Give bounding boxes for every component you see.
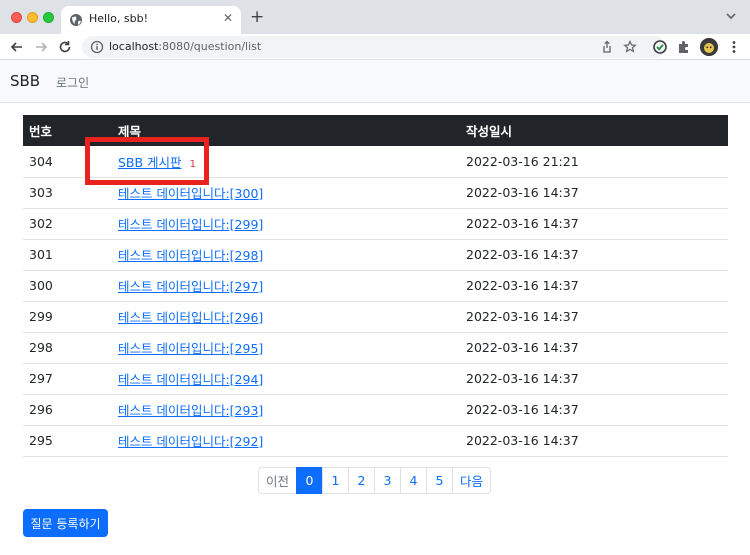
row-number: 304: [23, 146, 112, 178]
page-button[interactable]: 4: [400, 467, 427, 494]
table-header-row: 번호 제목 작성일시: [23, 115, 728, 146]
row-subject-cell: 테스트 데이터입니다:[297]: [112, 270, 460, 302]
row-created: 2022-03-16 14:37: [460, 239, 728, 271]
window-minimize-button[interactable]: [27, 12, 38, 23]
page-button[interactable]: 3: [374, 467, 401, 494]
back-arrow-icon[interactable]: [9, 39, 25, 55]
extension-check-icon[interactable]: [652, 39, 668, 55]
row-subject-cell: 테스트 데이터입니다:[298]: [112, 239, 460, 271]
more-options-icon[interactable]: [726, 39, 742, 55]
extensions-puzzle-icon[interactable]: [676, 39, 692, 55]
info-icon[interactable]: [90, 40, 104, 54]
row-number: 295: [23, 425, 112, 457]
pagination: 이전 0 1 2 3 4 5 다음: [258, 467, 491, 494]
table-row: 298 테스트 데이터입니다:[295] 2022-03-16 14:37: [23, 332, 728, 364]
row-number: 303: [23, 177, 112, 209]
question-link[interactable]: 테스트 데이터입니다:[293]: [118, 403, 263, 418]
row-created: 2022-03-16 14:37: [460, 270, 728, 302]
login-link[interactable]: 로그인: [56, 74, 89, 91]
new-tab-button[interactable]: +: [250, 7, 264, 27]
row-created: 2022-03-16 14:37: [460, 394, 728, 426]
window-close-button[interactable]: [11, 12, 22, 23]
row-created: 2022-03-16 14:37: [460, 208, 728, 240]
url-path: :8080/question/list: [158, 40, 262, 53]
question-link[interactable]: 테스트 데이터입니다:[292]: [118, 434, 263, 449]
forward-arrow-icon[interactable]: [33, 39, 49, 55]
question-link[interactable]: 테스트 데이터입니다:[294]: [118, 372, 263, 387]
table-row: 299 테스트 데이터입니다:[296] 2022-03-16 14:37: [23, 301, 728, 333]
row-subject-cell: 테스트 데이터입니다:[299]: [112, 208, 460, 240]
share-icon[interactable]: [600, 40, 614, 54]
row-subject-cell: SBB 게시판 1: [112, 146, 460, 178]
table-row: 300 테스트 데이터입니다:[297] 2022-03-16 14:37: [23, 270, 728, 302]
url-text[interactable]: localhost:8080/question/list: [109, 40, 261, 53]
table-row: 296 테스트 데이터입니다:[293] 2022-03-16 14:37: [23, 394, 728, 426]
answer-count: 1: [189, 158, 196, 170]
reload-icon[interactable]: [57, 39, 73, 55]
question-link[interactable]: 테스트 데이터입니다:[296]: [118, 310, 263, 325]
table-row: 302 테스트 데이터입니다:[299] 2022-03-16 14:37: [23, 208, 728, 240]
site-navbar: SBB 로그인: [0, 60, 750, 103]
tab-title: Hello, sbb!: [89, 12, 148, 25]
row-subject-cell: 테스트 데이터입니다:[293]: [112, 394, 460, 426]
row-subject-cell: 테스트 데이터입니다:[295]: [112, 332, 460, 364]
table-row: 301 테스트 데이터입니다:[298] 2022-03-16 14:37: [23, 239, 728, 271]
row-number: 299: [23, 301, 112, 333]
question-link[interactable]: 테스트 데이터입니다:[299]: [118, 217, 263, 232]
row-subject-cell: 테스트 데이터입니다:[300]: [112, 177, 460, 209]
row-number: 296: [23, 394, 112, 426]
brand-link[interactable]: SBB: [10, 72, 40, 90]
row-created: 2022-03-16 14:37: [460, 301, 728, 333]
page-prev-button[interactable]: 이전: [258, 467, 297, 494]
page-button[interactable]: 2: [348, 467, 375, 494]
bookmark-star-icon[interactable]: [623, 40, 637, 54]
row-number: 297: [23, 363, 112, 395]
page-button[interactable]: 5: [426, 467, 453, 494]
header-created: 작성일시: [460, 115, 728, 146]
question-link[interactable]: 테스트 데이터입니다:[295]: [118, 341, 263, 356]
row-number: 301: [23, 239, 112, 271]
table-row: 297 테스트 데이터입니다:[294] 2022-03-16 14:37: [23, 363, 728, 395]
page-next-button[interactable]: 다음: [452, 467, 491, 494]
row-number: 302: [23, 208, 112, 240]
browser-tab-bar: Hello, sbb! ✕ +: [0, 0, 750, 34]
row-subject-cell: 테스트 데이터입니다:[296]: [112, 301, 460, 333]
address-bar[interactable]: localhost:8080/question/list: [82, 36, 666, 58]
profile-avatar[interactable]: [700, 38, 718, 56]
row-created: 2022-03-16 14:37: [460, 332, 728, 364]
header-number: 번호: [23, 115, 112, 146]
ask-question-button[interactable]: 질문 등록하기: [23, 509, 108, 537]
page-button[interactable]: 1: [322, 467, 349, 494]
tab-close-icon[interactable]: ✕: [223, 11, 233, 25]
browser-tab[interactable]: Hello, sbb! ✕: [61, 6, 241, 34]
question-link[interactable]: 테스트 데이터입니다:[298]: [118, 248, 263, 263]
row-subject-cell: 테스트 데이터입니다:[294]: [112, 363, 460, 395]
browser-toolbar: localhost:8080/question/list: [0, 34, 750, 60]
table-row: 303 테스트 데이터입니다:[300] 2022-03-16 14:37: [23, 177, 728, 209]
window-maximize-button[interactable]: [43, 12, 54, 23]
row-subject-cell: 테스트 데이터입니다:[292]: [112, 425, 460, 457]
row-number: 298: [23, 332, 112, 364]
row-created: 2022-03-16 14:37: [460, 363, 728, 395]
question-table: 번호 제목 작성일시 304 SBB 게시판 1 2022-03-16 21:21…: [23, 115, 728, 457]
url-host: localhost: [109, 40, 159, 53]
table-row: 304 SBB 게시판 1 2022-03-16 21:21: [23, 146, 728, 178]
row-created: 2022-03-16 14:37: [460, 177, 728, 209]
question-link[interactable]: 테스트 데이터입니다:[297]: [118, 279, 263, 294]
avatar-image: [700, 38, 718, 56]
question-link[interactable]: SBB 게시판: [118, 155, 182, 170]
question-link[interactable]: 테스트 데이터입니다:[300]: [118, 186, 263, 201]
row-created: 2022-03-16 21:21: [460, 146, 728, 178]
header-subject: 제목: [112, 115, 460, 146]
chevron-down-icon[interactable]: [725, 10, 737, 22]
page-button-active[interactable]: 0: [296, 467, 323, 494]
row-number: 300: [23, 270, 112, 302]
row-created: 2022-03-16 14:37: [460, 425, 728, 457]
globe-icon: [70, 14, 82, 26]
table-row: 295 테스트 데이터입니다:[292] 2022-03-16 14:37: [23, 425, 728, 457]
